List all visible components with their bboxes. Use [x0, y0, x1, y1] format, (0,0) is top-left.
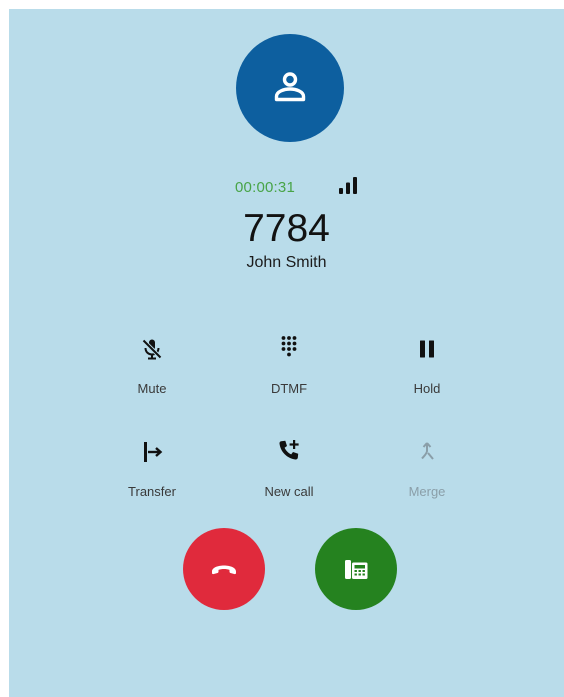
hang-up-button[interactable]: [183, 528, 265, 610]
merge-icon: [421, 442, 434, 460]
desk-phone-button[interactable]: [315, 528, 397, 610]
transfer-icon: [144, 442, 163, 462]
caller-number: 7784: [243, 207, 330, 250]
transfer-label: Transfer: [128, 484, 176, 499]
call-panel: 00:00:31 7784 John Smith Mute DTMF Hold …: [9, 9, 564, 697]
caller-name: John Smith: [246, 254, 327, 271]
mute-button[interactable]: Mute: [97, 337, 207, 409]
transfer-button[interactable]: Transfer: [97, 440, 207, 512]
pause-icon: [420, 340, 434, 358]
mic-off-icon: [142, 339, 162, 360]
call-status-row: 00:00:31: [9, 175, 564, 199]
new-call-button[interactable]: New call: [234, 438, 344, 510]
hold-label: Hold: [413, 381, 441, 396]
desk-phone-icon: [345, 560, 368, 579]
hang-up-icon: [212, 565, 236, 575]
merge-button[interactable]: Merge: [372, 440, 482, 512]
person-icon: [274, 72, 306, 102]
add-call-icon: [279, 440, 299, 460]
dtmf-button[interactable]: DTMF: [234, 335, 344, 407]
new-call-label: New call: [264, 484, 314, 499]
merge-label: Merge: [408, 484, 446, 499]
dialpad-icon: [281, 336, 297, 357]
mute-label: Mute: [137, 381, 167, 396]
dtmf-label: DTMF: [270, 381, 308, 396]
signal-strength-icon: [339, 177, 357, 194]
hold-button[interactable]: Hold: [372, 337, 482, 409]
caller-avatar: [236, 34, 344, 142]
call-timer: 00:00:31: [235, 179, 295, 196]
